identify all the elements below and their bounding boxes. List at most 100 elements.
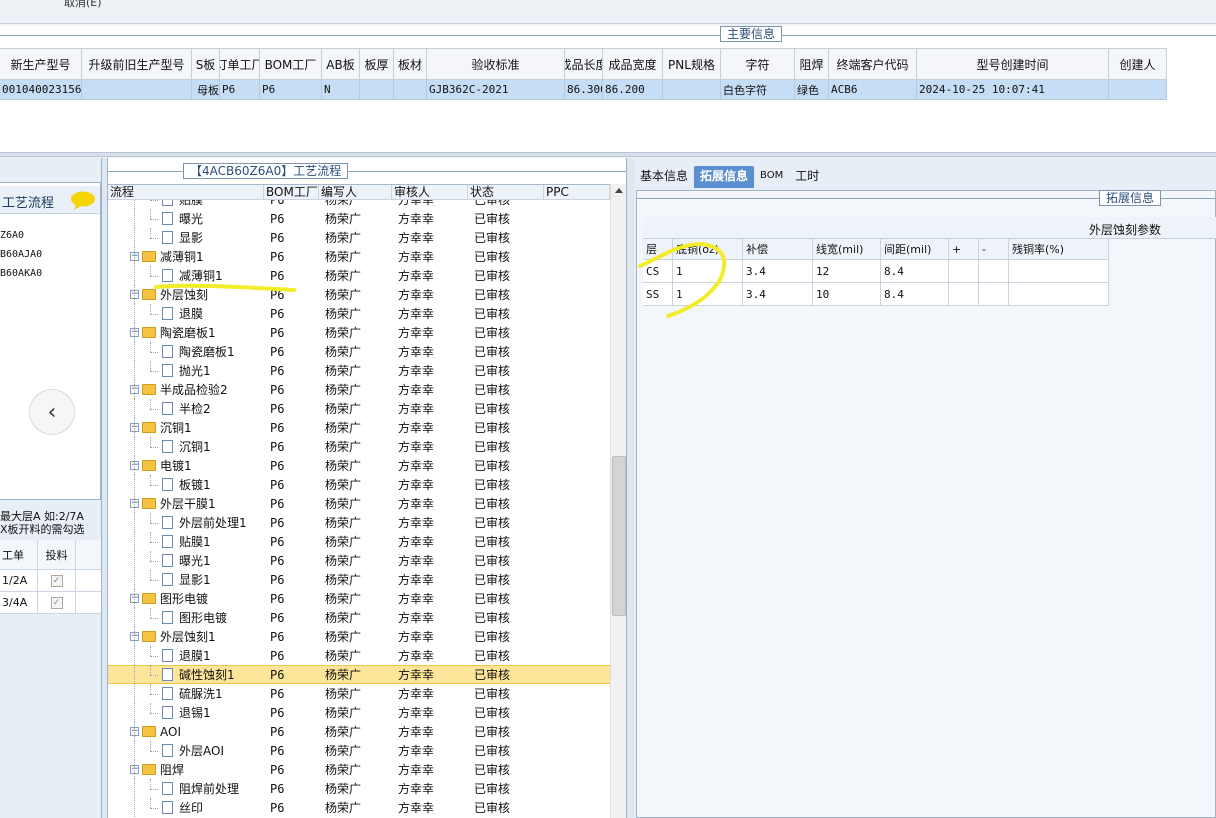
tree-column-header[interactable]: PPC [544, 185, 610, 199]
tab-work-hours[interactable]: 工时 [789, 166, 825, 188]
tree-node[interactable]: 外层AOI [108, 741, 264, 760]
tree-row[interactable]: 外层AOI P6 杨荣广 方幸幸 已审核 [108, 741, 610, 760]
tree-row[interactable]: − 阻焊 P6 杨荣广 方幸幸 已审核 [108, 760, 610, 779]
tree-row[interactable]: 外层前处理1 P6 杨荣广 方幸幸 已审核 [108, 513, 610, 532]
etch-cell[interactable] [949, 260, 979, 282]
tree-column-header[interactable]: 审核人 [392, 185, 468, 199]
tree-node[interactable]: − 外层干膜1 [108, 494, 264, 513]
column-header[interactable]: 成品长度 [565, 49, 603, 79]
tree-node[interactable]: 贴膜1 [108, 532, 264, 551]
tree-row[interactable]: − 外层蚀刻1 P6 杨荣广 方幸幸 已审核 [108, 627, 610, 646]
scroll-up-icon[interactable] [615, 188, 623, 193]
column-header[interactable]: 终端客户代码 [829, 49, 917, 79]
tree-row[interactable]: 陶瓷磨板1 P6 杨荣广 方幸幸 已审核 [108, 342, 610, 361]
tree-row[interactable]: 抛光1 P6 杨荣广 方幸幸 已审核 [108, 361, 610, 380]
middle-splitter[interactable] [626, 158, 634, 818]
left-code-item[interactable]: B60AJA0 [0, 249, 42, 260]
etch-cell[interactable]: 8.4 [881, 283, 949, 305]
column-header[interactable]: AB板 [322, 49, 360, 79]
tree-row[interactable]: 图形电镀 P6 杨荣广 方幸幸 已审核 [108, 608, 610, 627]
tree-row[interactable]: − 减薄铜1 P6 杨荣广 方幸幸 已审核 [108, 247, 610, 266]
tree-node[interactable]: 减薄铜1 [108, 266, 264, 285]
column-header[interactable]: S板 [192, 49, 220, 79]
tree-node[interactable]: 板镀1 [108, 475, 264, 494]
tree-row[interactable]: − 电镀1 P6 杨荣广 方幸幸 已审核 [108, 456, 610, 475]
tree-node[interactable]: 碱性蚀刻1 [108, 665, 264, 684]
tree-node[interactable]: − 半成品检验2 [108, 380, 264, 399]
tree-node[interactable]: 退膜1 [108, 646, 264, 665]
tree-node[interactable]: 退膜 [108, 304, 264, 323]
feed-checkbox[interactable]: ✓ [50, 596, 63, 609]
etch-cell[interactable] [1009, 260, 1109, 282]
etch-column-header[interactable]: 底铜(oz) [673, 239, 743, 259]
tree-node[interactable]: 阻焊前处理 [108, 779, 264, 798]
column-header[interactable]: 订单工厂 [220, 49, 260, 79]
tree-node[interactable]: − 外层蚀刻 [108, 285, 264, 304]
tree-node[interactable]: − 陶瓷磨板1 [108, 323, 264, 342]
tree-node[interactable]: 陶瓷磨板1 [108, 342, 264, 361]
etch-cell[interactable]: 10 [813, 283, 881, 305]
tree-row[interactable]: 贴膜1 P6 杨荣广 方幸幸 已审核 [108, 532, 610, 551]
back-arrow-icon[interactable]: ‹ [29, 389, 75, 435]
tab-bom[interactable]: BOM [754, 166, 789, 188]
tree-node[interactable]: 半检2 [108, 399, 264, 418]
column-header[interactable]: 创建人 [1109, 49, 1167, 79]
tab-basic-info[interactable]: 基本信息 [634, 166, 694, 188]
tree-node[interactable]: 丝印 [108, 798, 264, 817]
column-header[interactable]: 成品宽度 [603, 49, 663, 79]
tree-node[interactable]: − 减薄铜1 [108, 247, 264, 266]
order-row[interactable]: 3/4A ✓ [0, 592, 102, 614]
tree-node[interactable]: 贴膜 [108, 200, 264, 209]
etch-cell[interactable] [1009, 283, 1109, 305]
etch-cell[interactable]: CS [643, 260, 673, 282]
tree-node[interactable]: 显影 [108, 228, 264, 247]
tree-row[interactable]: 硫脲洗1 P6 杨荣广 方幸幸 已审核 [108, 684, 610, 703]
column-header[interactable]: 板材 [394, 49, 427, 79]
column-header[interactable]: 验收标准 [427, 49, 565, 79]
etch-cell[interactable]: 12 [813, 260, 881, 282]
tab-extended-info[interactable]: 拓展信息 [694, 166, 755, 188]
etch-cell[interactable] [949, 283, 979, 305]
feed-checkbox[interactable]: ✓ [50, 574, 63, 587]
main-grid-row[interactable]: 0010400231562 母板 P6 P6 N GJB362C-2021 86.300 86… [0, 80, 1167, 100]
tree-node[interactable]: 硫脲洗1 [108, 684, 264, 703]
tree-row[interactable]: 贴膜 P6 杨荣广 方幸幸 已审核 [108, 200, 610, 209]
tree-node[interactable]: 显影1 [108, 570, 264, 589]
column-header[interactable]: 字符 [721, 49, 795, 79]
etch-table-row[interactable]: SS 1 3.4 10 8.4 [643, 283, 1109, 306]
etch-column-header[interactable]: 残铜率(%) [1009, 239, 1109, 259]
etch-table-row[interactable]: CS 1 3.4 12 8.4 [643, 260, 1109, 283]
tree-node[interactable]: 图形电镀 [108, 608, 264, 627]
tree-column-header[interactable]: 状态 [468, 185, 544, 199]
cancel-button-label[interactable]: 取消(E) [64, 0, 102, 10]
etch-cell[interactable] [979, 260, 1009, 282]
column-header[interactable]: PNL规格 [663, 49, 721, 79]
tree-column-header[interactable]: 编写人 [319, 185, 392, 199]
tree-node[interactable]: − 外层蚀刻1 [108, 627, 264, 646]
tree-node[interactable]: − 电镀1 [108, 456, 264, 475]
tree-row[interactable]: 板镀1 P6 杨荣广 方幸幸 已审核 [108, 475, 610, 494]
left-splitter[interactable] [101, 158, 108, 818]
column-header[interactable]: 型号创建时间 [917, 49, 1109, 79]
tree-row[interactable]: 显影 P6 杨荣广 方幸幸 已审核 [108, 228, 610, 247]
tree-node[interactable]: 退锡1 [108, 703, 264, 722]
tree-row[interactable]: 半检2 P6 杨荣广 方幸幸 已审核 [108, 399, 610, 418]
tree-column-header[interactable]: 流程 [108, 185, 264, 199]
tree-node[interactable]: − 沉铜1 [108, 418, 264, 437]
tree-row[interactable]: − AOI P6 杨荣广 方幸幸 已审核 [108, 722, 610, 741]
tree-row[interactable]: 曝光1 P6 杨荣广 方幸幸 已审核 [108, 551, 610, 570]
tree-row[interactable]: − 陶瓷磨板1 P6 杨荣广 方幸幸 已审核 [108, 323, 610, 342]
etch-cell[interactable]: 1 [673, 260, 743, 282]
etch-cell[interactable]: 8.4 [881, 260, 949, 282]
column-header[interactable]: 新生产型号 [0, 49, 82, 79]
order-row[interactable]: 1/2A ✓ [0, 570, 102, 592]
tree-row[interactable]: − 外层蚀刻 P6 杨荣广 方幸幸 已审核 [108, 285, 610, 304]
column-header[interactable]: 升级前旧生产型号 [82, 49, 192, 79]
tree-row[interactable]: 阻焊前处理 P6 杨荣广 方幸幸 已审核 [108, 779, 610, 798]
etch-cell[interactable]: 1 [673, 283, 743, 305]
tree-node[interactable]: − AOI [108, 722, 264, 741]
etch-column-header[interactable]: 间距(mil) [881, 239, 949, 259]
etch-cell[interactable] [979, 283, 1009, 305]
etch-column-header[interactable]: 线宽(mil) [813, 239, 881, 259]
tree-row[interactable]: 退膜1 P6 杨荣广 方幸幸 已审核 [108, 646, 610, 665]
